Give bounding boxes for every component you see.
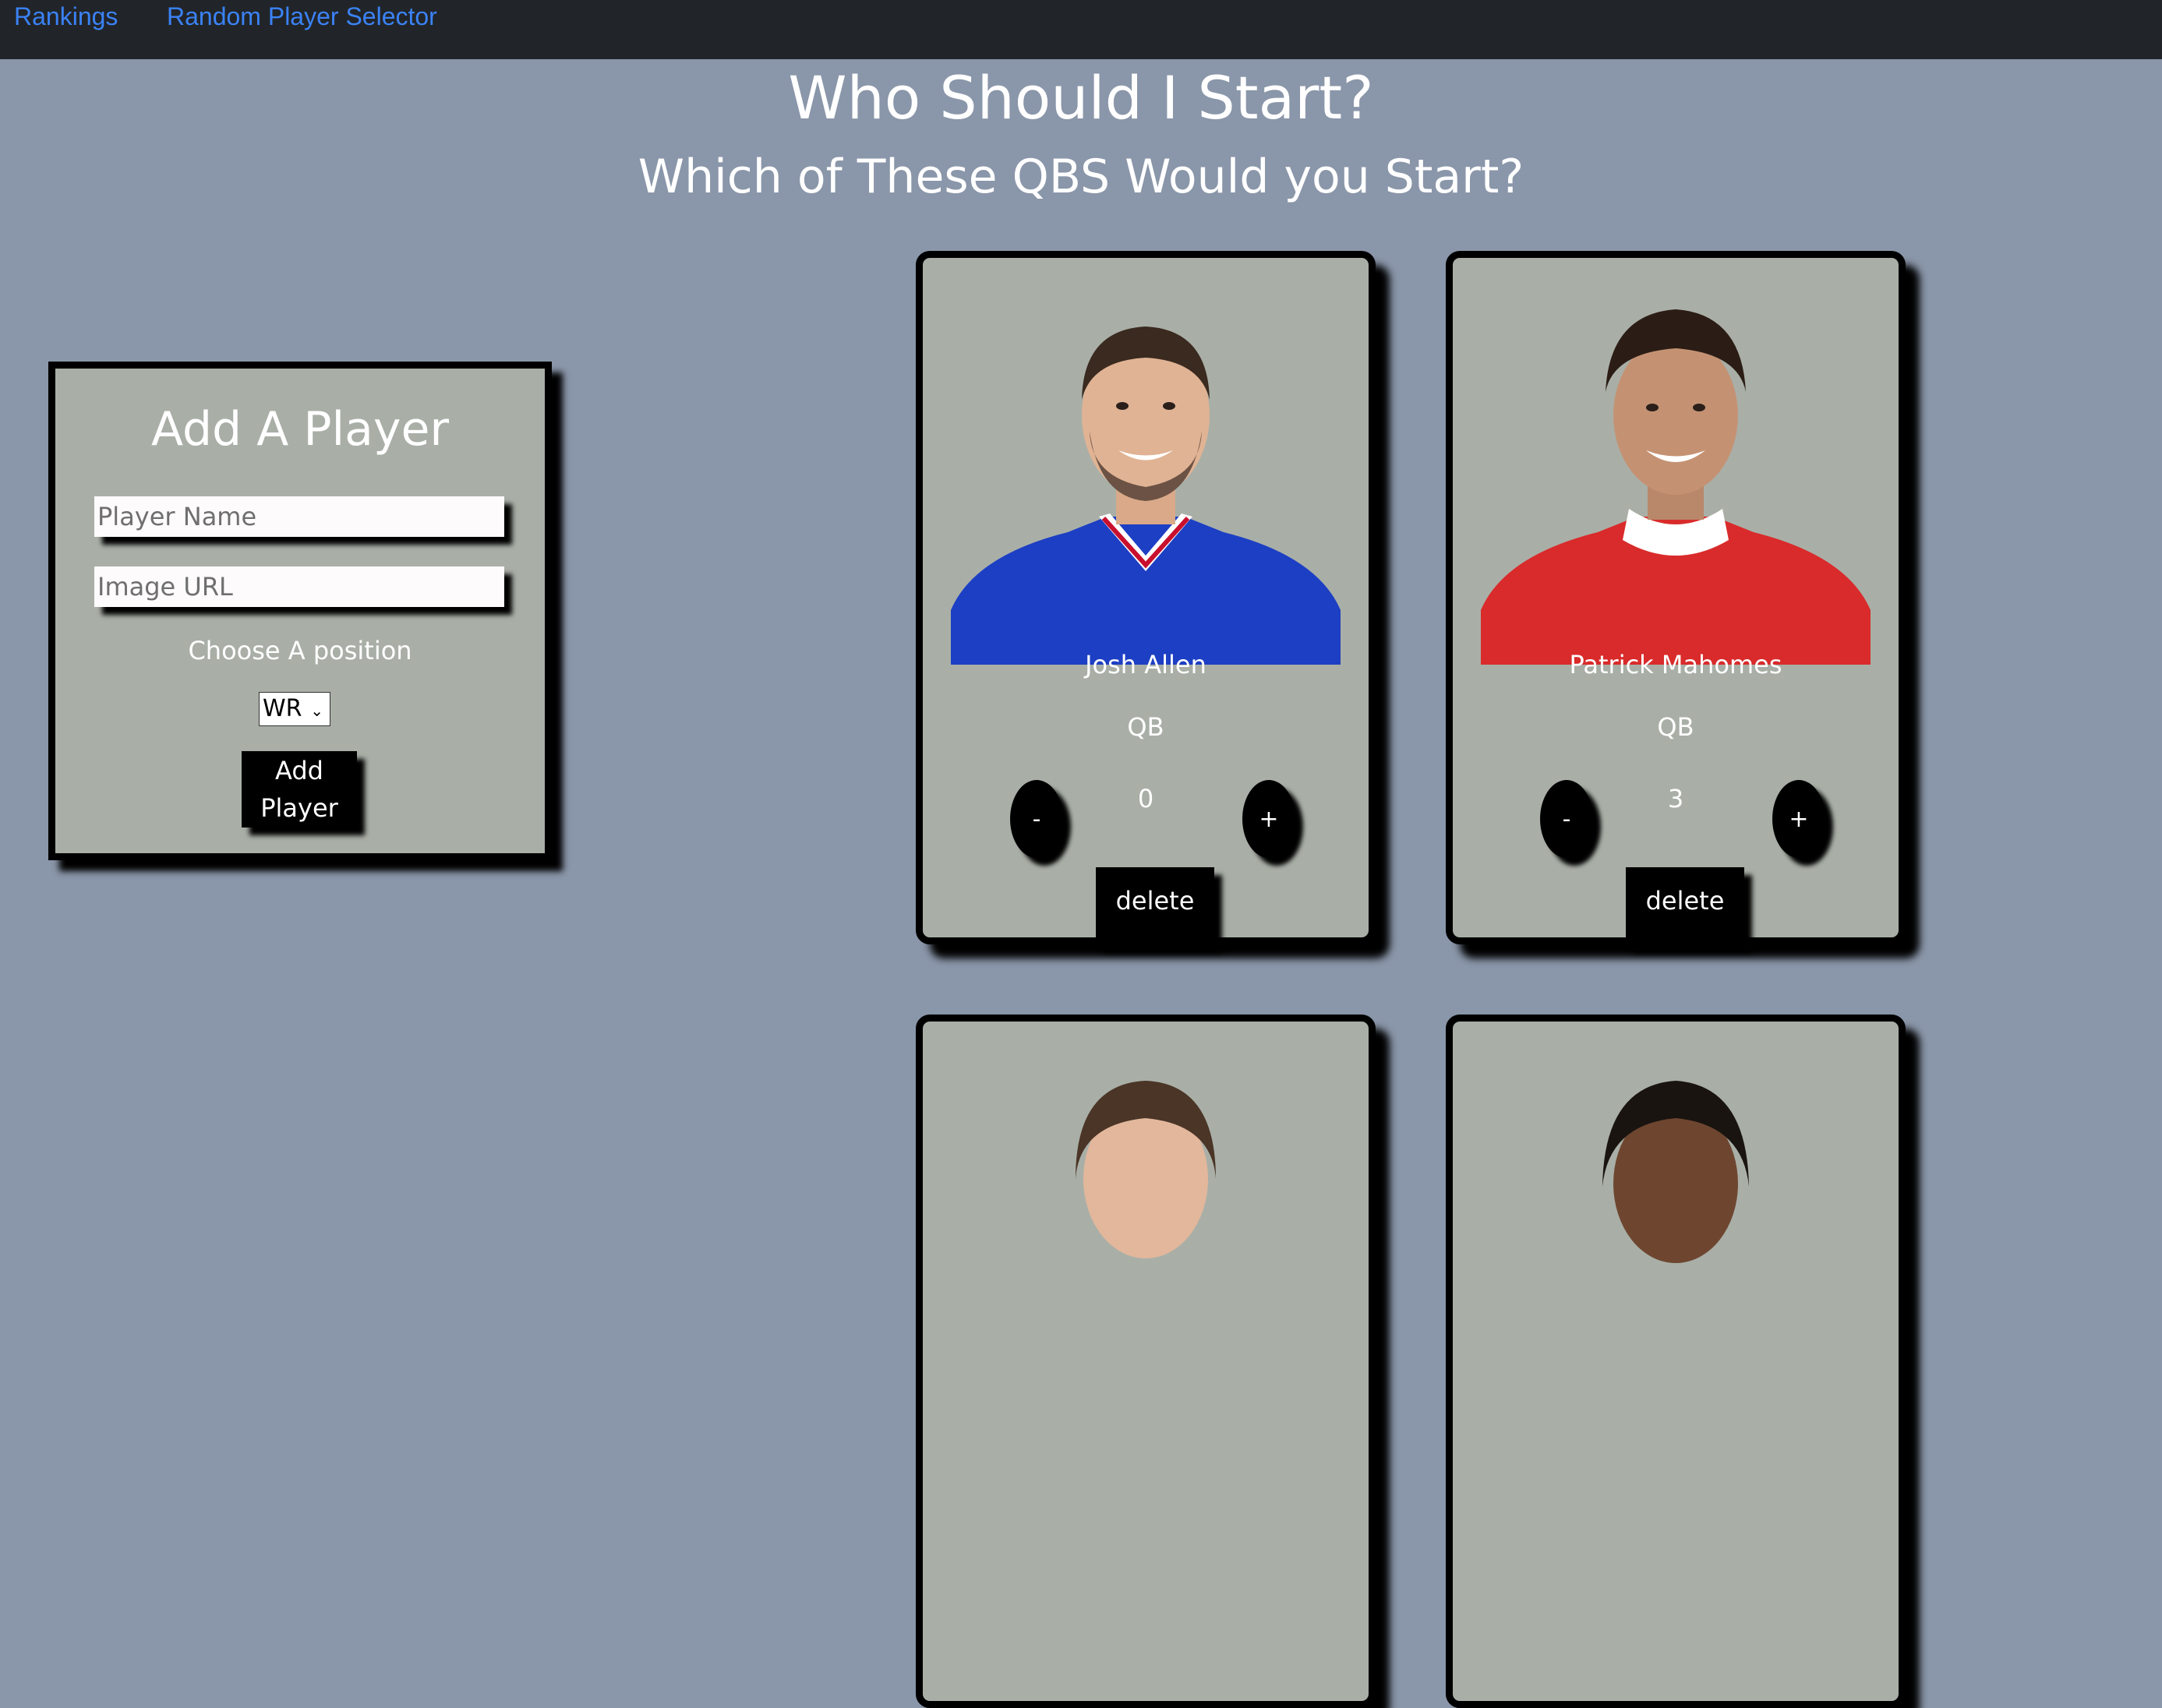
image-url-input[interactable] (94, 566, 504, 607)
position-select[interactable]: WR ⌄ (259, 692, 330, 726)
page-title: Who Should I Start? (788, 63, 1374, 132)
player-photo (951, 326, 1341, 665)
position-label: Choose A position (188, 636, 412, 665)
player-card: Josh Allen QB 0 - + delete (916, 251, 1376, 945)
page-subtitle: Which of These QBS Would you Start? (638, 150, 1524, 204)
player-photo (1602, 1081, 1749, 1263)
player-photo (1481, 309, 1871, 665)
player-name: Patrick Mahomes (1569, 650, 1782, 679)
add-player-button[interactable]: Add Player (242, 751, 357, 828)
add-player-title: Add A Player (150, 402, 450, 457)
top-navbar: Rankings Random Player Selector (0, 0, 2162, 59)
decrement-button[interactable]: - (1010, 780, 1063, 858)
position-selected-value: WR (263, 695, 302, 722)
nav-link-random-player-selector[interactable]: Random Player Selector (167, 0, 437, 33)
player-name: Josh Allen (1085, 650, 1206, 679)
start-count: 0 (1137, 784, 1154, 813)
delete-button[interactable]: delete (1096, 867, 1214, 945)
player-card (916, 1015, 1376, 1708)
player-card: Patrick Mahomes QB 3 - + delete (1446, 251, 1906, 945)
increment-button[interactable]: + (1242, 780, 1295, 858)
increment-button[interactable]: + (1772, 780, 1825, 858)
decrement-button[interactable]: - (1540, 780, 1593, 858)
start-count: 3 (1667, 784, 1684, 813)
player-position: QB (1657, 712, 1694, 742)
add-player-panel: Add A Player Choose A position WR ⌄ Add … (48, 362, 552, 860)
player-position: QB (1127, 712, 1164, 742)
player-card (1446, 1015, 1906, 1708)
player-photo (1076, 1081, 1216, 1258)
player-name-input[interactable] (94, 496, 504, 537)
delete-button[interactable]: delete (1626, 867, 1744, 945)
chevron-down-icon: ⌄ (310, 701, 323, 720)
nav-link-rankings[interactable]: Rankings (14, 0, 118, 33)
